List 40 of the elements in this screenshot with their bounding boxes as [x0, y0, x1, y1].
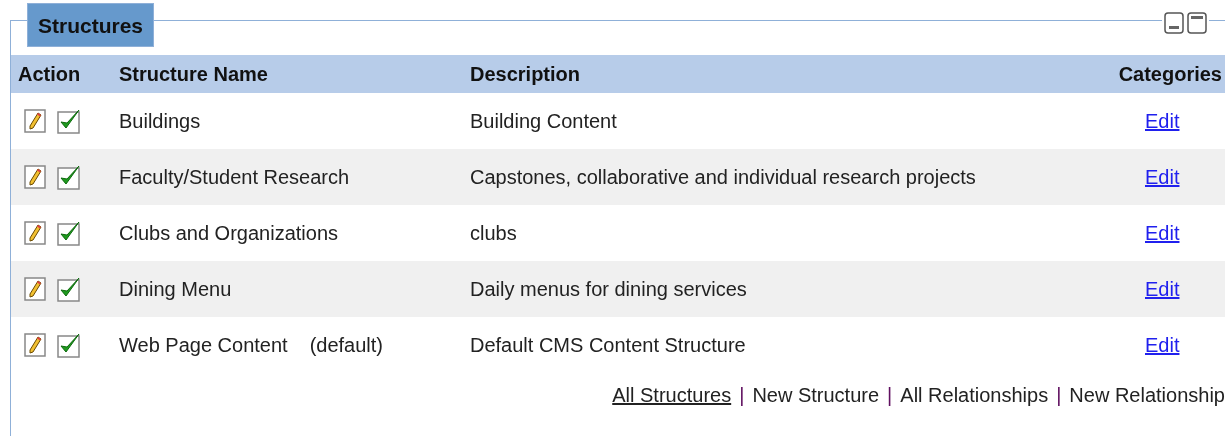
pencil-icon[interactable] — [24, 165, 46, 189]
table-cell-text: Capstones, collaborative and individual research projects — [470, 165, 977, 190]
edit-link[interactable]: Edit — [1145, 274, 1180, 304]
default-label: (default) — [309, 333, 383, 358]
checkmark-icon[interactable] — [57, 108, 81, 134]
column-header: Description — [470, 62, 582, 87]
maximize-icon[interactable] — [1187, 12, 1207, 34]
checkmark-icon[interactable] — [57, 332, 81, 358]
table-cell-text: Clubs and Organizations — [119, 221, 338, 246]
table-cell-text: Faculty/Student Research — [119, 165, 350, 190]
edit-link[interactable]: Edit — [1145, 162, 1180, 192]
table-cell-text: Web Page Content — [119, 333, 288, 358]
column-header: Structure Name — [119, 62, 269, 87]
table-cell-text: Daily menus for dining services — [470, 277, 748, 302]
pencil-icon[interactable] — [24, 109, 46, 133]
edit-link[interactable]: Edit — [1145, 330, 1180, 360]
footer-link[interactable]: All Structures — [612, 380, 732, 410]
table-cell-text: clubs — [470, 221, 518, 246]
table-cell-text: Building Content — [470, 109, 618, 134]
column-header: Categories — [1118, 62, 1223, 87]
checkmark-icon[interactable] — [57, 276, 81, 302]
footer-link[interactable]: New Relationship — [1069, 380, 1225, 410]
pencil-icon[interactable] — [24, 221, 46, 245]
pencil-icon[interactable] — [24, 333, 46, 357]
footer-link[interactable]: All Relationships — [900, 380, 1049, 410]
table-cell-text: Dining Menu — [119, 277, 232, 302]
column-header: Action — [17, 62, 82, 87]
edit-link[interactable]: Edit — [1145, 218, 1180, 248]
separator: | — [739, 383, 745, 408]
pencil-icon[interactable] — [24, 277, 46, 301]
panel-title: Structures — [27, 3, 155, 47]
checkmark-icon[interactable] — [57, 220, 81, 246]
minimize-icon[interactable] — [1164, 12, 1184, 34]
table-cell-text: Buildings — [119, 109, 201, 134]
edit-link[interactable]: Edit — [1145, 106, 1180, 136]
separator: | — [1056, 383, 1062, 408]
separator: | — [887, 383, 893, 408]
checkmark-icon[interactable] — [57, 164, 81, 190]
table-cell-text: Default CMS Content Structure — [470, 333, 747, 358]
footer-link[interactable]: New Structure — [752, 380, 880, 410]
